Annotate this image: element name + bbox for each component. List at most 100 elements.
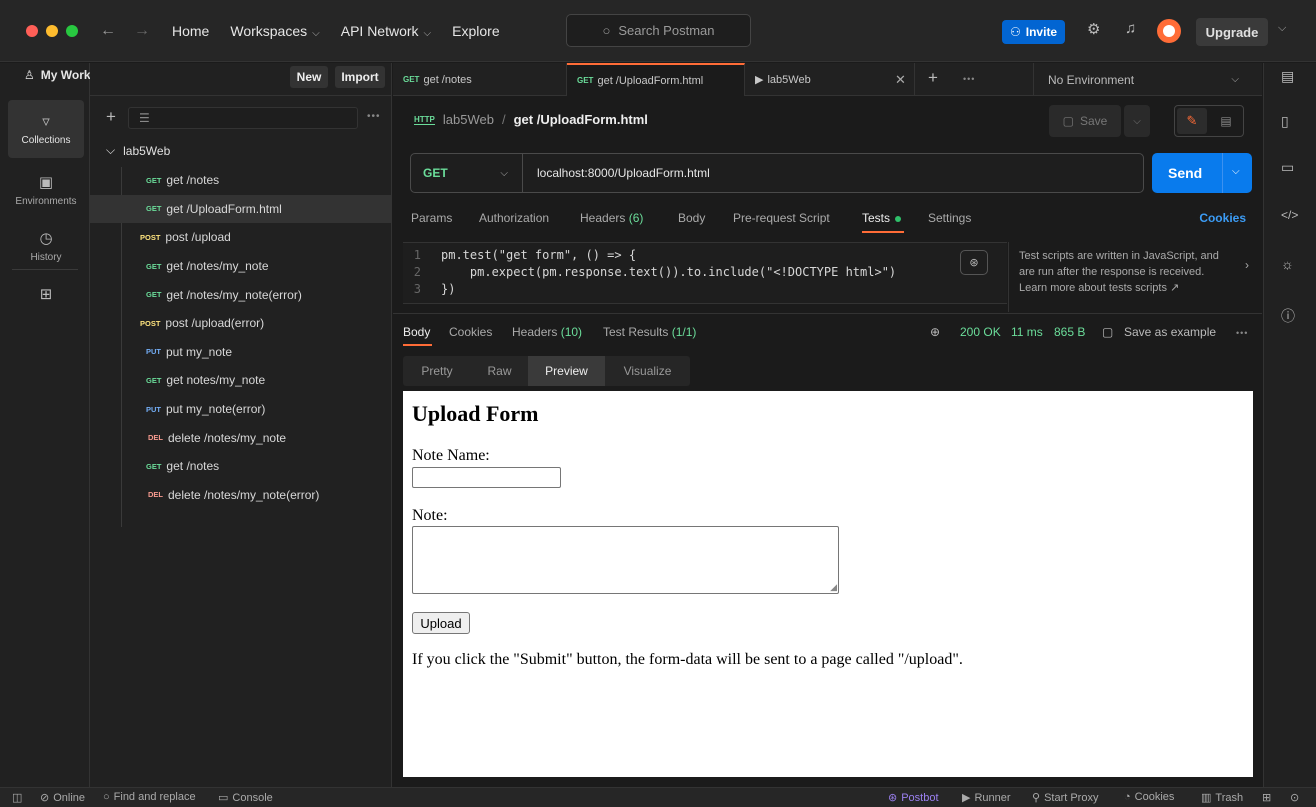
note-textarea[interactable]: ◢: [412, 526, 839, 594]
more-tabs-icon[interactable]: •••: [963, 74, 975, 84]
rail-item-collections[interactable]: ▿ Collections: [8, 100, 84, 158]
back-arrow-icon[interactable]: ←: [100, 22, 116, 40]
list-item[interactable]: PUT put my_note: [90, 338, 392, 367]
tab-response-headers[interactable]: Headers (10): [512, 325, 582, 339]
method-select[interactable]: GET ⌵: [411, 154, 523, 192]
url-input[interactable]: localhost:8000/UploadForm.html: [537, 166, 710, 180]
rail-item-apps[interactable]: ⊞: [8, 274, 84, 314]
snippets-icon[interactable]: ⊛: [960, 250, 988, 275]
chevron-right-icon[interactable]: ›: [1245, 257, 1249, 273]
list-item[interactable]: DEL delete /notes/my_note: [90, 423, 392, 452]
list-item[interactable]: GET get /notes/my_note(error): [90, 280, 392, 309]
list-item[interactable]: GET get /notes: [90, 166, 392, 195]
close-tab-icon[interactable]: ✕: [895, 72, 906, 88]
list-item[interactable]: POST post /upload: [90, 223, 392, 252]
tab-response-body[interactable]: Body: [403, 325, 430, 339]
search-input[interactable]: ○ Search Postman: [566, 14, 751, 47]
avatar[interactable]: [1157, 19, 1181, 43]
find-replace-button[interactable]: ○ Find and replace: [103, 791, 196, 803]
chevron-down-icon[interactable]: ⌵: [1232, 166, 1240, 177]
document-icon[interactable]: ▤: [1211, 108, 1241, 134]
status-badge[interactable]: 200 OK: [960, 325, 1001, 339]
new-tab-icon[interactable]: +: [928, 68, 938, 88]
minimize-window-button[interactable]: [46, 24, 58, 37]
breadcrumb-request[interactable]: get /UploadForm.html: [514, 112, 648, 127]
nav-api-network[interactable]: API Network ⌵: [341, 23, 431, 39]
save-button[interactable]: ▢ Save: [1049, 105, 1121, 137]
import-button[interactable]: Import: [335, 66, 385, 88]
tab-tests[interactable]: Tests: [862, 211, 902, 225]
list-item[interactable]: PUT put my_note(error): [90, 395, 392, 424]
save-options-button[interactable]: ⌵: [1124, 105, 1150, 137]
view-preview[interactable]: Preview: [528, 356, 605, 386]
tab-authorization[interactable]: Authorization: [479, 211, 549, 225]
upload-button[interactable]: Upload: [412, 612, 470, 634]
globe-icon[interactable]: ⊕: [930, 325, 940, 339]
resize-grip-icon[interactable]: ◢: [830, 582, 837, 593]
tab-prerequest[interactable]: Pre-request Script: [733, 211, 830, 225]
request-response-divider[interactable]: [393, 313, 1262, 314]
more-options-icon[interactable]: •••: [1236, 328, 1248, 338]
forward-arrow-icon[interactable]: →: [134, 22, 150, 40]
list-item[interactable]: GET get /notes: [90, 452, 392, 481]
add-collection-icon[interactable]: +: [106, 107, 116, 127]
response-time[interactable]: 11 ms: [1011, 325, 1043, 339]
chevron-down-icon[interactable]: ⌵: [1278, 22, 1286, 35]
list-item[interactable]: GET get notes/my_note: [90, 366, 392, 395]
breadcrumb-collection[interactable]: lab5Web: [443, 112, 494, 127]
rail-item-environments[interactable]: ▣ Environments: [8, 161, 84, 219]
environment-select[interactable]: No Environment ⌵: [1033, 63, 1251, 96]
tab-body[interactable]: Body: [678, 211, 705, 225]
documentation-icon[interactable]: ▯: [1281, 113, 1289, 130]
layout-icon[interactable]: ⊞: [1262, 791, 1271, 804]
list-item[interactable]: DEL delete /notes/my_note(error): [90, 481, 392, 510]
view-raw[interactable]: Raw: [471, 356, 528, 386]
save-as-example-button[interactable]: Save as example: [1124, 325, 1216, 339]
start-proxy-button[interactable]: ⚲ Start Proxy: [1032, 791, 1098, 805]
close-window-button[interactable]: [26, 24, 38, 37]
comments-icon[interactable]: ▭: [1281, 159, 1294, 176]
tab-lab5web[interactable]: ▶ lab5Web: [745, 63, 915, 96]
note-name-input[interactable]: [412, 467, 561, 488]
list-item[interactable]: POST post /upload(error): [90, 309, 392, 338]
response-size[interactable]: 865 B: [1054, 325, 1085, 339]
more-options-icon[interactable]: •••: [367, 111, 381, 122]
view-pretty[interactable]: Pretty: [403, 356, 471, 386]
toggle-sidebar-icon[interactable]: ◫: [12, 791, 22, 804]
rail-item-history[interactable]: ◷ History: [8, 217, 84, 275]
filter-input[interactable]: ☰: [128, 107, 358, 129]
nav-home[interactable]: Home: [172, 23, 209, 39]
console-button[interactable]: ▭ Console: [218, 791, 273, 805]
maximize-window-button[interactable]: [66, 24, 78, 37]
tab-test-results[interactable]: Test Results (1/1): [603, 325, 696, 339]
test-script-editor[interactable]: 1 pm.test("get form", () => { 2 pm.expect…: [403, 242, 1007, 304]
settings-gear-icon[interactable]: ⚙: [1087, 20, 1100, 38]
tab-headers[interactable]: Headers (6): [580, 211, 643, 225]
view-visualize[interactable]: Visualize: [605, 356, 690, 386]
notification-bell-icon[interactable]: ♫: [1125, 20, 1136, 37]
tab-get-uploadform[interactable]: GET get /UploadForm.html: [567, 63, 745, 96]
lightbulb-icon[interactable]: ☼: [1281, 256, 1294, 272]
runner-button[interactable]: ▶ Runner: [962, 791, 1011, 805]
list-item[interactable]: GET get /UploadForm.html: [90, 194, 392, 224]
postbot-button[interactable]: ⊛ Postbot: [888, 791, 939, 805]
tab-params[interactable]: Params: [411, 211, 452, 225]
help-icon[interactable]: ⊙: [1290, 791, 1299, 804]
send-button[interactable]: Send ⌵: [1152, 153, 1252, 193]
invite-button[interactable]: ⚇ Invite: [1002, 20, 1066, 44]
collection-lab5web[interactable]: ⌵ lab5Web: [106, 143, 170, 158]
tab-get-notes[interactable]: GET get /notes: [393, 63, 567, 96]
new-button[interactable]: New: [290, 66, 328, 88]
environment-quicklook-icon[interactable]: ▤: [1281, 68, 1294, 85]
upgrade-button[interactable]: Upgrade: [1196, 18, 1268, 46]
tab-settings[interactable]: Settings: [928, 211, 971, 225]
cookies-link[interactable]: Cookies: [1199, 211, 1246, 225]
nav-workspaces[interactable]: Workspaces ⌵: [230, 23, 319, 39]
tab-response-cookies[interactable]: Cookies: [449, 325, 492, 339]
pencil-icon[interactable]: ✎: [1177, 108, 1207, 134]
code-icon[interactable]: </>: [1281, 208, 1298, 222]
nav-explore[interactable]: Explore: [452, 23, 499, 39]
online-status[interactable]: ⊘ Online: [40, 791, 85, 805]
list-item[interactable]: GET get /notes/my_note: [90, 252, 392, 281]
trash-button[interactable]: ▥ Trash: [1201, 791, 1243, 805]
